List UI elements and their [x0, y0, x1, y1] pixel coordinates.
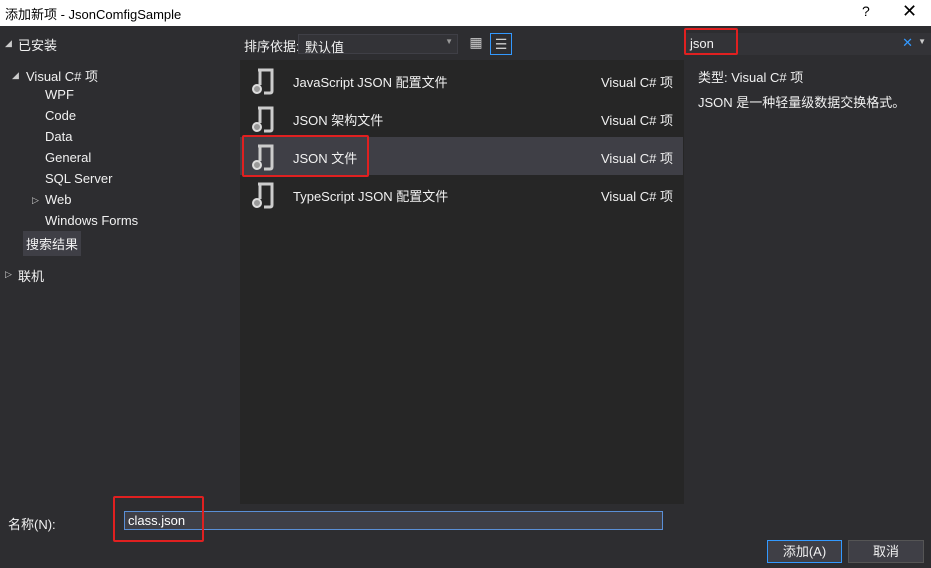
template-item[interactable]: TypeScript JSON 配置文件 Visual C# 项 [240, 175, 683, 213]
tree-installed[interactable]: 已安装 [18, 35, 57, 54]
sort-value: 默认值 [305, 40, 345, 55]
template-type: Visual C# 项 [601, 75, 674, 90]
tree-item-web[interactable]: Web [45, 192, 72, 207]
tree-item-sql-server[interactable]: SQL Server [45, 171, 112, 186]
detail-description: JSON 是一种轻量级数据交换格式。 [698, 95, 906, 110]
name-input[interactable] [124, 511, 663, 530]
json-file-icon [252, 182, 274, 209]
detail-type: 类型: Visual C# 项 [698, 70, 804, 85]
tree-item-code[interactable]: Code [45, 108, 76, 123]
highlight-box [113, 496, 204, 542]
tree-item-data[interactable]: Data [45, 129, 72, 144]
template-type: Visual C# 项 [601, 113, 674, 128]
name-label: 名称(N): [8, 517, 56, 532]
clear-search-icon[interactable]: ✕ [902, 35, 913, 51]
template-name: JSON 架构文件 [293, 113, 384, 128]
template-type: Visual C# 项 [601, 151, 674, 166]
tree-item-windows-forms[interactable]: Windows Forms [45, 213, 138, 228]
tree-item-general[interactable]: General [45, 150, 91, 165]
sort-label: 排序依据: [244, 39, 300, 54]
grid-view-icon[interactable]: ▦ [466, 34, 486, 54]
template-name: TypeScript JSON 配置文件 [293, 189, 449, 204]
cancel-button[interactable]: 取消 [848, 540, 924, 563]
close-button[interactable]: ✕ [902, 1, 917, 22]
expanded-arrow-icon[interactable]: ◢ [12, 70, 19, 81]
add-button[interactable]: 添加(A) [767, 540, 842, 563]
sort-dropdown[interactable]: 默认值 ▼ [298, 34, 458, 55]
tree-item-search-results[interactable]: 搜索结果 [23, 231, 82, 256]
highlight-box [684, 28, 738, 55]
highlight-box [242, 135, 369, 177]
json-file-icon [252, 106, 274, 133]
chevron-down-icon[interactable]: ▼ [918, 37, 926, 46]
collapsed-arrow-icon[interactable]: ▷ [32, 195, 39, 206]
window-title: 添加新项 - JsonComfigSample [5, 7, 182, 22]
expanded-arrow-icon[interactable]: ◢ [5, 38, 12, 49]
template-item[interactable]: JSON 架构文件 Visual C# 项 [240, 99, 683, 137]
tree-online[interactable]: 联机 [18, 266, 44, 285]
template-type: Visual C# 项 [601, 189, 674, 204]
template-name: JavaScript JSON 配置文件 [293, 75, 448, 90]
list-view-icon[interactable]: ☰ [490, 33, 512, 55]
category-tree [0, 26, 240, 504]
tree-item-wpf[interactable]: WPF [45, 87, 74, 102]
chevron-down-icon: ▼ [445, 37, 453, 46]
title-bar: 添加新项 - JsonComfigSample ? ✕ [0, 0, 931, 26]
json-file-icon [252, 68, 274, 95]
collapsed-arrow-icon[interactable]: ▷ [5, 269, 12, 280]
help-button[interactable]: ? [862, 3, 870, 19]
tree-visual-csharp[interactable]: Visual C# 项 [26, 66, 98, 85]
template-item[interactable]: JavaScript JSON 配置文件 Visual C# 项 [240, 61, 683, 99]
